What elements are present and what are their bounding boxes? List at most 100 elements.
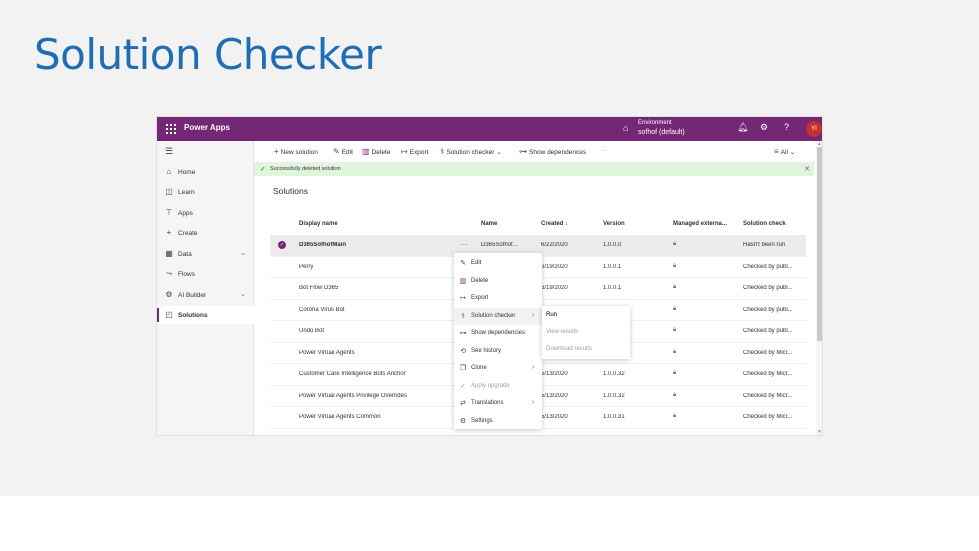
column-header-managed[interactable]: Managed externa...	[673, 221, 727, 227]
cell-display-name[interactable]: Perry	[299, 264, 313, 270]
scroll-down-icon[interactable]: ▼	[817, 429, 822, 435]
sidebar-item-learn[interactable]: ◫ Learn	[157, 183, 254, 201]
cell-display-name[interactable]: Power Virtual Agents Common	[299, 414, 381, 420]
banner-text: Successfully deleted solution	[270, 166, 341, 172]
settings-icon: ⚙	[459, 417, 467, 425]
trash-icon: ▥	[362, 147, 370, 156]
vertical-scrollbar[interactable]: ▲ ▼	[816, 141, 822, 435]
app-launcher-icon[interactable]	[166, 124, 176, 134]
cell-display-name[interactable]: Undo Bot	[299, 328, 324, 334]
app-name[interactable]: Power Apps	[184, 123, 230, 132]
menu-item-edit[interactable]: ✎ Edit	[454, 255, 542, 273]
cell-solution-check: Checked by publ...	[743, 263, 793, 270]
submenu-download-results: Download results	[546, 346, 593, 352]
cell-version: 1.0.0.0	[603, 242, 622, 248]
menu-item-show-dependencies[interactable]: ⊶ Show dependencies	[454, 325, 542, 343]
cell-solution-check: Checked by Micr...	[743, 349, 793, 356]
chevron-down-icon[interactable]: ⌄	[240, 249, 246, 257]
row-more-button[interactable]: ···	[460, 240, 468, 249]
page-title: Solutions	[273, 186, 308, 196]
sidebar-item-data[interactable]: ▦ Data ⌄	[157, 245, 254, 263]
cell-name: D365Sofhof...	[481, 242, 518, 248]
cell-version: 1.0.0.32	[603, 392, 625, 399]
menu-item-delete[interactable]: ▥ Delete	[454, 273, 542, 291]
top-bar: Power Apps ⌂ Environment sofhof (default…	[157, 117, 822, 141]
help-icon[interactable]: ?	[784, 122, 789, 132]
delete-button[interactable]: ▥ Delete	[362, 147, 390, 156]
sidebar-item-apps[interactable]: ⊤ Apps	[157, 204, 254, 222]
cell-display-name[interactable]: Customer Care Intelligence Bots Anchor	[299, 371, 406, 377]
sidebar-item-label: AI Builder	[178, 292, 207, 299]
menu-item-export[interactable]: ↦ Export	[454, 290, 542, 308]
hamburger-icon[interactable]: ☰	[165, 146, 173, 157]
chevron-right-icon: ›	[532, 399, 535, 406]
cell-solution-check: Checked by publ...	[743, 328, 793, 334]
clone-icon: ❐	[459, 365, 467, 372]
sidebar-item-create[interactable]: + Create	[157, 224, 254, 242]
cell-created: 6/22/2020	[541, 242, 568, 248]
lock-icon: 🔒︎	[673, 391, 677, 398]
filter-icon: ≡	[774, 147, 779, 156]
slide-title: Solution Checker	[34, 30, 382, 79]
cell-display-name[interactable]: Power Virtual Agents Privilege Overrides	[299, 393, 407, 399]
sidebar-item-ai-builder[interactable]: ⚙ AI Builder ⌄	[157, 286, 254, 304]
chevron-down-icon[interactable]: ⌄	[240, 290, 246, 298]
cell-solution-check: Checked by Micr...	[743, 414, 793, 420]
environment-picker[interactable]: Environment sofhof (default)	[638, 119, 685, 137]
flow-icon: ⤳	[165, 269, 173, 278]
edit-button[interactable]: ✎ Edit	[333, 147, 353, 156]
cell-solution-check: Checked by Micr...	[743, 371, 793, 377]
filter-dropdown[interactable]: ≡ All ⌄	[774, 147, 795, 156]
database-icon: ▦	[165, 249, 173, 258]
column-header-name[interactable]: Name	[481, 221, 497, 227]
menu-item-apply-upgrade: ✓ Apply upgrade	[454, 378, 542, 396]
avatar[interactable]: YI	[806, 121, 822, 137]
column-header-version[interactable]: Version	[603, 221, 625, 227]
sidebar-item-label: Home	[178, 169, 196, 176]
chevron-right-icon: ›	[532, 364, 535, 371]
bell-icon[interactable]: 🔔︎	[737, 122, 748, 133]
export-icon: ↦	[460, 295, 466, 302]
edit-icon: ✎	[460, 260, 466, 267]
sidebar-item-solutions[interactable]: ◰ Solutions	[157, 306, 254, 324]
lock-icon: 🔒︎	[673, 241, 677, 247]
cell-display-name[interactable]: Bot Flow D365	[299, 285, 338, 291]
translate-icon: ⇄	[460, 400, 466, 407]
plus-icon: +	[166, 228, 172, 237]
cell-solution-check: Hasn't been run	[743, 242, 786, 248]
menu-item-settings[interactable]: ⚙ Settings	[454, 413, 542, 431]
cell-created: 5/13/2020	[541, 392, 568, 399]
solution-checker-button[interactable]: ⚕ Solution checker ⌄	[440, 147, 502, 156]
selected-check-icon[interactable]: ✓	[278, 241, 286, 249]
gear-icon[interactable]: ⚙	[760, 122, 768, 133]
submenu-run[interactable]: Run	[546, 312, 557, 318]
cell-display-name[interactable]: Power Virtual Agents	[299, 350, 355, 356]
new-solution-button[interactable]: + New solution	[274, 147, 318, 156]
menu-item-solution-checker[interactable]: ⚕ Solution checker ›	[454, 307, 542, 325]
sidebar-item-label: Create	[178, 230, 198, 237]
cell-version: 1.0.0.31	[603, 414, 625, 420]
column-header-created[interactable]: Created ↓	[541, 221, 568, 227]
scrollbar-thumb[interactable]	[817, 147, 822, 341]
export-button[interactable]: ↦ Export	[401, 147, 429, 156]
more-commands-button[interactable]: ···	[600, 147, 607, 154]
column-header-display-name[interactable]: Display name	[299, 221, 338, 227]
sidebar-item-home[interactable]: ⌂ Home	[157, 163, 254, 181]
environment-label: Environment	[638, 120, 672, 126]
command-bar: + New solution ✎ Edit ▥ Delete ↦ Export ⚕ Sol…	[254, 141, 822, 163]
lock-icon: 🔒︎	[673, 348, 677, 355]
cell-display-name[interactable]: D365SofhofMain	[299, 242, 346, 248]
lock-icon: 🔒︎	[673, 262, 677, 269]
lock-icon: 🔒︎	[673, 327, 677, 333]
menu-item-see-history[interactable]: ⟲ See history	[454, 343, 542, 361]
show-dependencies-button[interactable]: ⊶ Show dependences	[519, 147, 586, 156]
menu-item-clone[interactable]: ❐ Clone ›	[454, 360, 542, 378]
chevron-right-icon: ›	[532, 311, 535, 319]
menu-item-translations[interactable]: ⇄ Translations ›	[454, 395, 542, 413]
sidebar-item-label: Learn	[178, 189, 195, 196]
column-header-solution-check[interactable]: Solution check	[743, 221, 786, 227]
submenu-view-results: View results	[546, 329, 579, 335]
sidebar-item-flows[interactable]: ⤳ Flows	[157, 265, 254, 283]
cell-display-name[interactable]: Corona Virus Bot	[299, 307, 345, 313]
close-icon[interactable]: ✕	[804, 165, 810, 173]
